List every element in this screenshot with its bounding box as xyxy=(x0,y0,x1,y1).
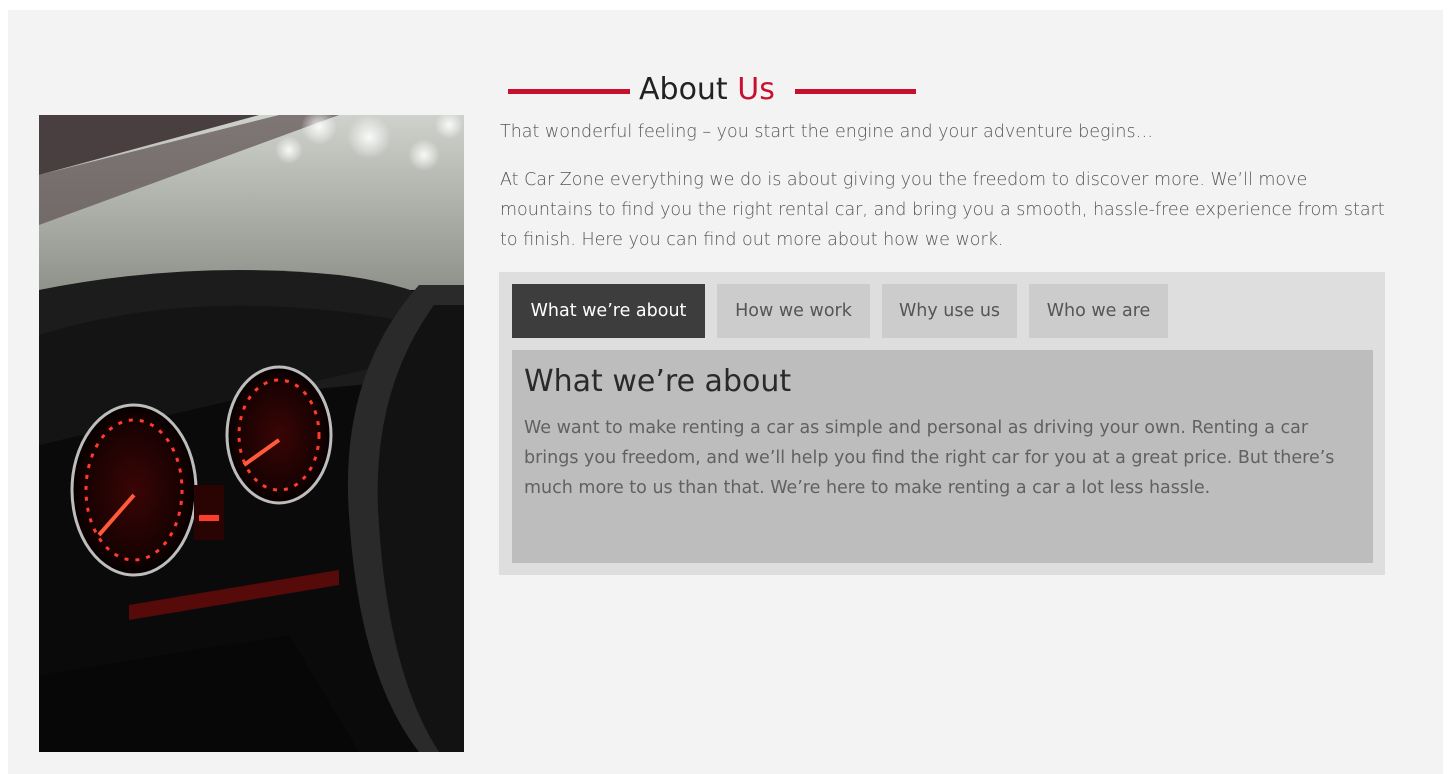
panel-title: What we’re about xyxy=(524,364,792,399)
panel-text: We want to make renting a car as simple … xyxy=(524,418,1335,498)
heading-right-rule xyxy=(795,89,916,94)
about-section: About Us That wonderful feeling – you st… xyxy=(8,10,1443,774)
tab-why-use-us[interactable]: Why use us xyxy=(882,284,1017,338)
tab-panel: What we’re about We want to make renting… xyxy=(512,350,1373,563)
intro-tagline: That wonderful feeling – you start the e… xyxy=(500,122,1154,142)
heading-left-rule xyxy=(508,89,630,94)
title-main: About xyxy=(639,72,738,107)
tab-who-we-are[interactable]: Who we are xyxy=(1029,284,1168,338)
title-accent: Us xyxy=(737,72,775,107)
tab-what-were-about[interactable]: What we’re about xyxy=(512,284,705,338)
car-dashboard-image xyxy=(39,115,464,752)
tab-how-we-work[interactable]: How we work xyxy=(717,284,870,338)
intro-paragraph: At Car Zone everything we do is about gi… xyxy=(500,170,1385,250)
section-title: About Us xyxy=(639,68,775,112)
section-heading: About Us xyxy=(8,44,1443,107)
about-tabs: What we’re about How we work Why use us … xyxy=(499,272,1385,575)
